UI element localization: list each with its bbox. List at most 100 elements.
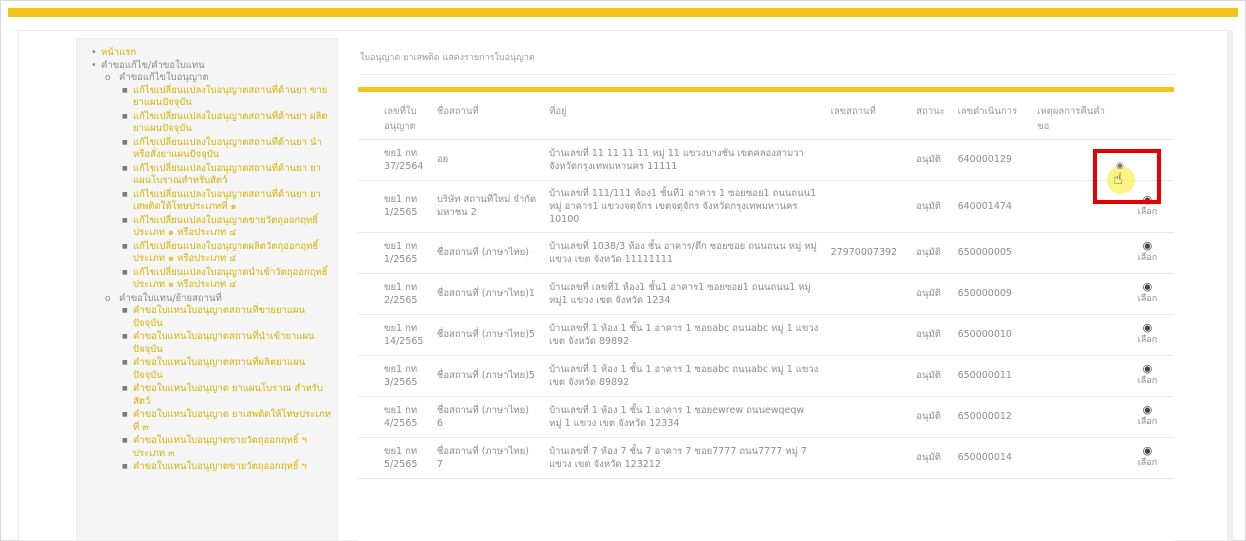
- sidebar-link[interactable]: แก้ไขเปลี่ยนแปลงใบอนุญาตนำเข้าวัตถุออกฤท…: [133, 267, 328, 291]
- cell-place-no: [824, 139, 911, 181]
- sidebar-link[interactable]: คำขอใบแทนใบอนุญาตขายวัตถุออกฤทธิ์ ฯ: [133, 461, 307, 472]
- cell-license-no: ขย1 กท 37/2564: [358, 139, 431, 181]
- cell-status: อนุมัติ: [910, 355, 952, 397]
- sidebar-link[interactable]: คำขอใบแทนใบอนุญาตขายวัตถุออกฤทธิ์ ฯ ประเ…: [133, 435, 307, 459]
- sidebar-link[interactable]: แก้ไขเปลี่ยนแปลงใบอนุญาตสถานที่ด้านยา ผล…: [133, 111, 328, 135]
- sidebar-link[interactable]: แก้ไขเปลี่ยนแปลงใบอนุญาตสถานที่ด้านยา ขา…: [133, 85, 327, 109]
- breadcrumb: ใบอนุญาต ยาเสพติด แสดงรายการใบอนุญาต: [360, 53, 535, 63]
- sidebar-section-replace-label: คำขอใบแทน/ย้ายสถานที่: [119, 292, 222, 304]
- cell-return-reason: [1031, 396, 1121, 438]
- cell-address: บ้านเลขที่ 1 ห้อง 1 ชั้น 1 อาคาร 1 ซอยew…: [543, 396, 825, 438]
- select-label: เลือก: [1137, 206, 1158, 217]
- eye-icon: ◉: [1142, 444, 1153, 457]
- table-row: ขย1 กท 37/2564 อย บ้านเลขที่ 11 11 11 11 ห…: [358, 139, 1174, 181]
- select-label: เลือก: [1137, 458, 1158, 468]
- main-content: ใบอนุญาต ยาเสพติด แสดงรายการใบอนุญาต เลข…: [352, 38, 1174, 541]
- cell-place-no: 27970007392: [824, 232, 911, 274]
- license-table-card: เลขที่ใบอนุญาต ชื่อสถานที่ ที่อยู่ เลขสถ…: [358, 87, 1174, 541]
- sidebar-link-item[interactable]: คำขอใบแทนใบอนุญาตขายวัตถุออกฤทธิ์ ฯ ประเ…: [119, 435, 331, 460]
- cell-operation-no: 650000010: [951, 314, 1032, 356]
- cell-status: อนุมัติ: [910, 437, 952, 479]
- sidebar-item-home-link[interactable]: หน้าแรก: [101, 47, 136, 58]
- sidebar-link[interactable]: คำขอใบแทนใบอนุญาต ยาเสพติดให้โทษประเภทที…: [133, 409, 331, 433]
- select-label: เลือก: [1137, 376, 1158, 386]
- cell-address: บ้านเลขที่ 111/111 ห้อง1 ชั้นที่1 อาคาร …: [543, 180, 825, 233]
- table-body: ขย1 กท 37/2564 อย บ้านเลขที่ 11 11 11 11 ห…: [358, 139, 1174, 479]
- cell-operation-no: 650000005: [951, 232, 1032, 274]
- cell-place-no: [824, 273, 911, 315]
- cell-license-no: ขย1 กท 2/2565: [358, 273, 431, 315]
- sidebar-link[interactable]: แก้ไขเปลี่ยนแปลงใบอนุญาตผลิตวัตถุออกฤทธิ…: [133, 241, 318, 265]
- table-row: ขย1 กท 4/2565 ชื่อสถานที่ (ภาษาไทย) 6 บ้าน…: [358, 396, 1174, 438]
- sidebar-link-item[interactable]: คำขอใบแทนใบอนุญาต ยาเสพติดให้โทษประเภทที…: [119, 409, 331, 434]
- cell-license-no: ขย1 กท 3/2565: [358, 355, 431, 397]
- select-button[interactable]: ◉ เลือก: [1138, 322, 1157, 347]
- sidebar-link-item[interactable]: คำขอใบแทนใบอนุญาตสถานที่ผลิตยาแผนปัจจุบั…: [119, 357, 331, 382]
- cell-place-name: ชื่อสถานที่ (ภาษาไทย)5: [430, 355, 544, 397]
- sidebar-link-item[interactable]: แก้ไขเปลี่ยนแปลงใบอนุญาตสถานที่ด้านยา ขา…: [119, 85, 331, 110]
- cell-operation-no: 640001474: [951, 180, 1032, 233]
- cell-place-name: ชื่อสถานที่ (ภาษาไทย)1: [430, 273, 544, 315]
- cell-address: บ้านเลขที่ เลขที่1 ห้อง1 ชั้น1 อาคาร1 ซอ…: [543, 273, 825, 315]
- cell-status: อนุมัติ: [910, 180, 952, 233]
- select-button[interactable]: ◉ เลือก: [1138, 363, 1157, 388]
- sidebar-link[interactable]: แก้ไขเปลี่ยนแปลงใบอนุญาตสถานที่ด้านยา ยา…: [133, 163, 321, 187]
- cell-status: อนุมัติ: [910, 232, 952, 274]
- select-button[interactable]: ◉ เลือก: [1138, 445, 1157, 470]
- page-scrollbar[interactable]: [1227, 30, 1233, 541]
- sidebar-link-item[interactable]: แก้ไขเปลี่ยนแปลงใบอนุญาตผลิตวัตถุออกฤทธิ…: [119, 241, 331, 266]
- table-row: ขย1 กท 1/2565 ชื่อสถานที่ (ภาษาไทย) บ้านเล…: [358, 232, 1174, 274]
- sidebar-link-item[interactable]: คำขอใบแทนใบอนุญาตขายวัตถุออกฤทธิ์ ฯ: [119, 461, 331, 474]
- cell-place-no: [824, 355, 911, 397]
- cell-select: ◉ เลือก: [1120, 437, 1174, 479]
- cell-place-name: ชื่อสถานที่ (ภาษาไทย): [430, 232, 544, 274]
- cell-license-no: ขย1 กท 1/2565: [358, 232, 431, 274]
- select-label: เลือก: [1137, 335, 1158, 345]
- sidebar-section-replace: คำขอใบแทน/ย้ายสถานที่ คำขอใบแทนใบอนุญาตส…: [105, 293, 331, 474]
- table-row: ขย1 กท 2/2565 ชื่อสถานที่ (ภาษาไทย)1 บ้านเ…: [358, 273, 1174, 315]
- col-place-no: เลขสถานที่: [824, 92, 911, 140]
- sidebar-link-item[interactable]: คำขอใบแทนใบอนุญาตสถานที่ขายยาแผนปัจจุบัน: [119, 305, 331, 330]
- cell-place-no: [824, 396, 911, 438]
- select-button[interactable]: ◉ เลือก: [1138, 281, 1157, 306]
- sidebar-link[interactable]: คำขอใบแทนใบอนุญาตสถานที่นำเข้ายาแผนปัจจุ…: [133, 331, 315, 355]
- sidebar-link[interactable]: แก้ไขเปลี่ยนแปลงใบอนุญาตสถานที่ด้านยา ยา…: [133, 189, 321, 213]
- table-row: ขย1 กท 3/2565 ชื่อสถานที่ (ภาษาไทย)5 บ้านเ…: [358, 355, 1174, 397]
- sidebar-link[interactable]: แก้ไขเปลี่ยนแปลงใบอนุญาตสถานที่ด้านยา นำ…: [133, 137, 322, 161]
- cell-place-name: อย: [430, 139, 544, 181]
- col-select: [1120, 92, 1174, 140]
- cell-license-no: ขย1 กท 5/2565: [358, 437, 431, 479]
- cell-select: ◉ เลือก: [1120, 396, 1174, 438]
- cell-status: อนุมัติ: [910, 314, 952, 356]
- sidebar-link-item[interactable]: แก้ไขเปลี่ยนแปลงใบอนุญาตขายวัตถุออกฤทธิ์…: [119, 215, 331, 240]
- select-button[interactable]: ◉ เลือก: [1138, 404, 1157, 429]
- sidebar-menu: หน้าแรก คำขอแก้ไข/คำขอใบแทน คำขอแก้ไขใบอ…: [91, 47, 331, 474]
- sidebar-item-home[interactable]: หน้าแรก: [91, 47, 331, 60]
- cell-select: ◉ เลือก: [1120, 273, 1174, 315]
- cell-select: ◉ เลือก: [1120, 314, 1174, 356]
- cell-place-no: [824, 314, 911, 356]
- sidebar-link-item[interactable]: คำขอใบแทนใบอนุญาตสถานที่นำเข้ายาแผนปัจจุ…: [119, 331, 331, 356]
- sidebar-link-item[interactable]: แก้ไขเปลี่ยนแปลงใบอนุญาตสถานที่ด้านยา ยา…: [119, 189, 331, 214]
- sidebar-link[interactable]: แก้ไขเปลี่ยนแปลงใบอนุญาตขายวัตถุออกฤทธิ์…: [133, 215, 318, 239]
- cell-return-reason: [1031, 314, 1121, 356]
- sidebar-link-item[interactable]: แก้ไขเปลี่ยนแปลงใบอนุญาตสถานที่ด้านยา ยา…: [119, 163, 331, 188]
- cell-return-reason: [1031, 437, 1121, 479]
- select-button[interactable]: ◉ เลือก: [1138, 240, 1157, 265]
- eye-icon: ◉: [1142, 239, 1153, 252]
- sidebar-link-item[interactable]: แก้ไขเปลี่ยนแปลงใบอนุญาตสถานที่ด้านยา ผล…: [119, 111, 331, 136]
- sidebar-item-requests: คำขอแก้ไข/คำขอใบแทน คำขอแก้ไขใบอนุญาต แก…: [91, 60, 331, 474]
- eye-icon: ◉: [1142, 321, 1153, 334]
- sidebar-link[interactable]: คำขอใบแทนใบอนุญาต ยาแผนโบราณ สำหรับสัตว์: [133, 383, 323, 407]
- sidebar-submenu: คำขอแก้ไขใบอนุญาต แก้ไขเปลี่ยนแปลงใบอนุญ…: [105, 72, 331, 474]
- replace-items: คำขอใบแทนใบอนุญาตสถานที่ขายยาแผนปัจจุบัน…: [119, 305, 331, 474]
- sidebar-link-item[interactable]: แก้ไขเปลี่ยนแปลงใบอนุญาตสถานที่ด้านยา นำ…: [119, 137, 331, 162]
- sidebar-link[interactable]: คำขอใบแทนใบอนุญาตสถานที่ขายยาแผนปัจจุบัน: [133, 305, 305, 329]
- sidebar-link-item[interactable]: คำขอใบแทนใบอนุญาต ยาแผนโบราณ สำหรับสัตว์: [119, 383, 331, 408]
- col-operation-no: เลขดำเนินการ: [951, 92, 1032, 140]
- sidebar-link-item[interactable]: แก้ไขเปลี่ยนแปลงใบอนุญาตนำเข้าวัตถุออกฤท…: [119, 267, 331, 292]
- sidebar-section-edit-label: คำขอแก้ไขใบอนุญาต: [119, 72, 209, 83]
- table-row: ขย1 กท 14/2565 ชื่อสถานที่ (ภาษาไทย)5 บ้าน…: [358, 314, 1174, 356]
- sidebar-link[interactable]: คำขอใบแทนใบอนุญาตสถานที่ผลิตยาแผนปัจจุบั…: [133, 357, 305, 381]
- cell-license-no: ขย1 กท 14/2565: [358, 314, 431, 356]
